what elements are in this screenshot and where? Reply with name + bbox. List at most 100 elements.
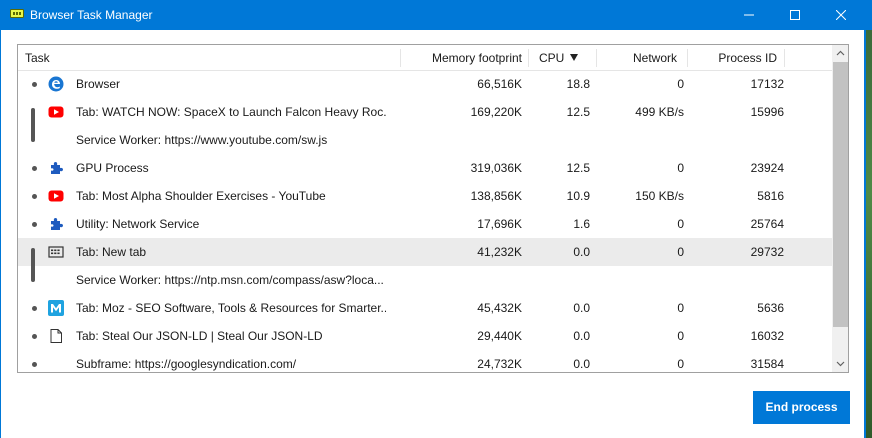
bullet-icon bbox=[32, 82, 37, 87]
column-separator[interactable] bbox=[687, 49, 688, 67]
column-separator[interactable] bbox=[596, 49, 597, 67]
table-row[interactable]: Tab: WATCH NOW: SpaceX to Launch Falcon … bbox=[18, 98, 832, 126]
cpu-value: 12.5 bbox=[566, 161, 590, 175]
task-name: Tab: New tab bbox=[76, 245, 147, 259]
minimize-button[interactable] bbox=[726, 0, 772, 30]
task-name: Utility: Network Service bbox=[76, 217, 200, 231]
column-header-pid[interactable]: Process ID bbox=[698, 45, 777, 71]
network-value: 0 bbox=[677, 217, 684, 231]
task-name: Service Worker: https://www.youtube.com/… bbox=[76, 133, 328, 147]
puzzle-icon bbox=[51, 162, 63, 174]
table-row[interactable]: GPU Process 319,036K 12.5 0 23924 bbox=[18, 154, 832, 182]
sort-descending-icon bbox=[570, 54, 579, 61]
column-separator[interactable] bbox=[528, 49, 529, 67]
page-icon bbox=[50, 329, 62, 343]
table-row[interactable]: Utility: Network Service 17,696K 1.6 0 2… bbox=[18, 210, 832, 238]
network-value: 499 KB/s bbox=[635, 105, 684, 119]
youtube-icon bbox=[48, 106, 64, 118]
network-value: 0 bbox=[677, 329, 684, 343]
memory-value: 29,440K bbox=[477, 329, 522, 343]
column-separator[interactable] bbox=[784, 49, 785, 67]
table-row-selected[interactable]: Tab: New tab 41,232K 0.0 0 29732 bbox=[18, 238, 832, 266]
memory-value: 138,856K bbox=[470, 189, 522, 203]
vertical-scrollbar[interactable] bbox=[832, 45, 848, 372]
moz-icon bbox=[48, 300, 64, 316]
column-header-network[interactable]: Network bbox=[608, 45, 677, 71]
cpu-value: 1.6 bbox=[573, 217, 590, 231]
column-separator[interactable] bbox=[400, 49, 401, 67]
table-row[interactable]: Service Worker: https://ntp.msn.com/comp… bbox=[18, 266, 832, 294]
cpu-value: 18.8 bbox=[566, 77, 590, 91]
process-id-value: 5636 bbox=[757, 301, 784, 315]
end-process-button[interactable]: End process bbox=[753, 391, 850, 424]
table-row[interactable]: Browser 66,516K 18.8 0 17132 bbox=[18, 70, 832, 98]
process-id-value: 31584 bbox=[750, 357, 784, 371]
cpu-value: 0.0 bbox=[573, 329, 590, 343]
youtube-icon bbox=[48, 190, 64, 202]
maximize-icon bbox=[790, 10, 800, 20]
task-name: GPU Process bbox=[76, 161, 149, 175]
bullet-icon bbox=[32, 222, 37, 227]
cpu-value: 0.0 bbox=[573, 357, 590, 371]
process-table: Task Memory footprint CPU Network Proces… bbox=[17, 44, 849, 373]
chevron-up-icon bbox=[836, 50, 845, 56]
bullet-icon bbox=[32, 334, 37, 339]
bullet-icon bbox=[32, 166, 37, 171]
memory-value: 17,696K bbox=[477, 217, 522, 231]
bullet-icon bbox=[32, 362, 37, 367]
network-value: 0 bbox=[677, 161, 684, 175]
task-name: Tab: Moz - SEO Software, Tools & Resourc… bbox=[76, 301, 386, 315]
edge-icon bbox=[48, 76, 64, 92]
column-header-task[interactable]: Task bbox=[25, 45, 50, 71]
bullet-icon bbox=[32, 306, 37, 311]
task-name: Service Worker: https://ntp.msn.com/comp… bbox=[76, 273, 384, 287]
minimize-icon bbox=[744, 14, 754, 16]
cpu-value: 10.9 bbox=[566, 189, 590, 203]
column-header-cpu-label: CPU bbox=[539, 51, 565, 65]
scrollbar-thumb[interactable] bbox=[833, 62, 848, 327]
table-row[interactable]: Tab: Most Alpha Shoulder Exercises - You… bbox=[18, 182, 832, 210]
title-bar: Browser Task Manager bbox=[0, 0, 872, 30]
chevron-down-icon bbox=[836, 361, 845, 367]
table-row[interactable]: Subframe: https://googlesyndication.com/… bbox=[18, 350, 832, 372]
task-name: Tab: Steal Our JSON-LD | Steal Our JSON-… bbox=[76, 329, 323, 343]
process-id-value: 15996 bbox=[750, 105, 784, 119]
process-id-value: 5816 bbox=[757, 189, 784, 203]
memory-value: 41,232K bbox=[477, 245, 522, 259]
cpu-value: 12.5 bbox=[566, 105, 590, 119]
network-value: 0 bbox=[677, 77, 684, 91]
network-value: 0 bbox=[677, 357, 684, 371]
close-button[interactable] bbox=[818, 0, 864, 30]
maximize-button[interactable] bbox=[772, 0, 818, 30]
scroll-down-button[interactable] bbox=[832, 355, 848, 372]
memory-value: 66,516K bbox=[477, 77, 522, 91]
task-name: Browser bbox=[76, 77, 121, 91]
bullet-icon bbox=[32, 194, 37, 199]
table-row[interactable]: Service Worker: https://www.youtube.com/… bbox=[18, 126, 832, 154]
column-header-memory[interactable]: Memory footprint bbox=[420, 45, 522, 71]
memory-value: 169,220K bbox=[470, 105, 522, 119]
new-tab-icon bbox=[48, 246, 64, 258]
memory-value: 24,732K bbox=[477, 357, 522, 371]
memory-value: 45,432K bbox=[477, 301, 522, 315]
cpu-value: 0.0 bbox=[573, 245, 590, 259]
memory-value: 319,036K bbox=[470, 161, 522, 175]
table-row[interactable]: Tab: Steal Our JSON-LD | Steal Our JSON-… bbox=[18, 322, 832, 350]
puzzle-icon bbox=[51, 218, 63, 230]
close-icon bbox=[836, 10, 846, 20]
cpu-value: 0.0 bbox=[573, 301, 590, 315]
table-row[interactable]: Tab: Moz - SEO Software, Tools & Resourc… bbox=[18, 294, 832, 322]
scroll-up-button[interactable] bbox=[832, 45, 848, 62]
task-name: Tab: WATCH NOW: SpaceX to Launch Falcon … bbox=[76, 105, 386, 119]
desktop-background bbox=[866, 30, 872, 438]
task-name: Tab: Most Alpha Shoulder Exercises - You… bbox=[76, 189, 326, 203]
table-header: Task Memory footprint CPU Network Proces… bbox=[18, 45, 832, 71]
browser-task-manager-icon bbox=[10, 9, 24, 18]
column-header-cpu[interactable]: CPU bbox=[539, 45, 579, 71]
network-value: 150 KB/s bbox=[635, 189, 684, 203]
window-border-left bbox=[0, 30, 1, 438]
process-id-value: 16032 bbox=[750, 329, 784, 343]
process-id-value: 17132 bbox=[750, 77, 784, 91]
process-id-value: 29732 bbox=[750, 245, 784, 259]
network-value: 0 bbox=[677, 301, 684, 315]
